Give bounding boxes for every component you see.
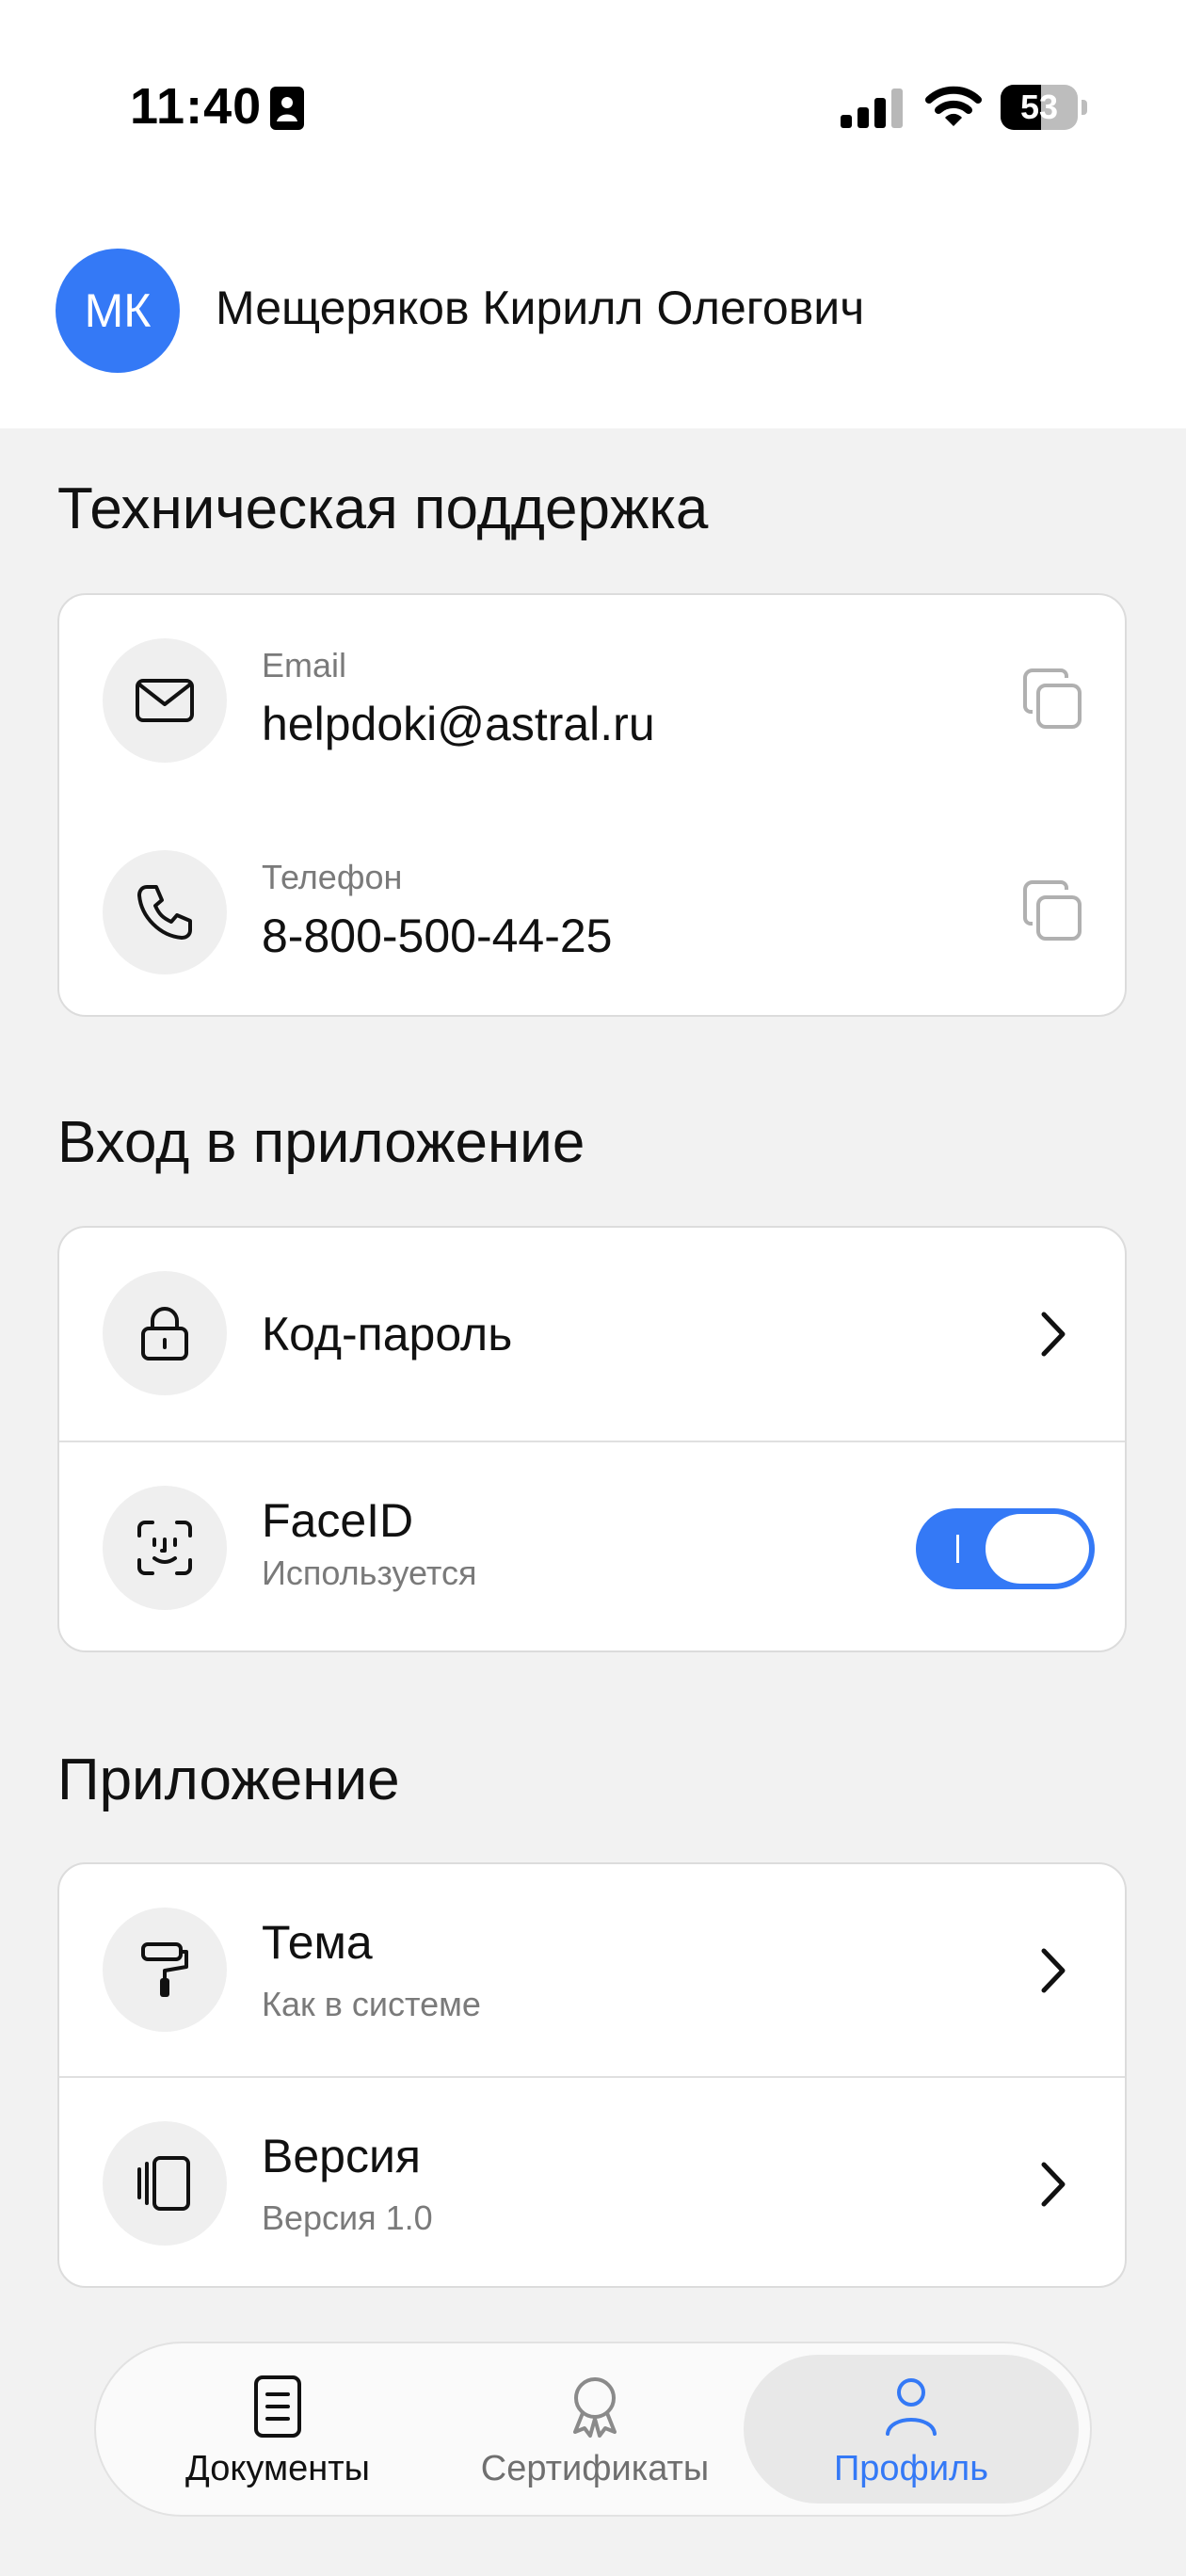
section-title-app: Приложение [57,1747,400,1812]
faceid-row: FaceID Используется [59,1442,1125,1654]
tab-certificates[interactable]: Сертификаты [440,2343,750,2515]
email-value: helpdoki@astral.ru [262,698,655,750]
passcode-icon-circle [103,1271,227,1395]
app-card: Тема Как в системе Версия Версия 1.0 [57,1862,1127,2288]
cellular-signal-icon [841,89,903,128]
chevron-right-icon [1041,1948,1066,1993]
mail-icon [136,679,194,722]
tab-bar: Документы Сертификаты Профиль [94,2342,1092,2517]
version-value: Версия 1.0 [262,2198,433,2237]
user-icon [886,2378,937,2436]
wifi-icon [925,86,982,126]
document-icon [254,2375,301,2438]
battery-indicator: 53 [1001,85,1087,130]
chevron-right-icon [1041,1312,1066,1357]
version-label: Версия [262,2130,421,2182]
email-label: Email [262,646,347,684]
tab-documents-label: Документы [185,2449,370,2488]
phone-label: Телефон [262,858,403,896]
user-name: Мещеряков Кирилл Олегович [216,282,865,334]
theme-row[interactable]: Тема Как в системе [59,1864,1125,2076]
profile-header: МК Мещеряков Кирилл Олегович [0,217,1186,428]
face-id-icon [137,1521,192,1575]
phone-row[interactable]: Телефон 8-800-500-44-25 [59,807,1125,1019]
phone-value: 8-800-500-44-25 [262,910,613,962]
faceid-icon-circle [103,1486,227,1610]
phone-icon [137,885,192,940]
theme-value: Как в системе [262,1985,481,2023]
status-bar: 11:40 53 [0,0,1186,217]
toggle-on-indicator [956,1535,959,1563]
tab-certificates-label: Сертификаты [480,2449,710,2488]
faceid-label: FaceID [262,1494,414,1547]
passcode-label: Код-пароль [262,1308,513,1360]
lock-icon [141,1307,188,1360]
paint-roller-icon [141,1942,188,1997]
contact-card-icon [270,87,304,130]
theme-label: Тема [262,1916,373,1969]
battery-percent: 53 [1019,88,1059,126]
tab-profile-label: Профиль [833,2449,989,2488]
copy-phone-icon[interactable] [1019,878,1087,946]
section-title-login: Вход в приложение [57,1110,585,1175]
toggle-knob [986,1514,1089,1584]
support-card: Email helpdoki@astral.ru Телефон 8-800-5… [57,593,1127,1017]
theme-icon-circle [103,1908,227,2032]
version-row[interactable]: Версия Версия 1.0 [59,2078,1125,2290]
phone-icon-circle [103,850,227,974]
certificate-badge-icon [573,2377,617,2438]
email-row[interactable]: Email helpdoki@astral.ru [59,595,1125,807]
passcode-row[interactable]: Код-пароль [59,1228,1125,1441]
status-time: 11:40 [130,78,263,135]
section-title-support: Техническая поддержка [57,476,709,541]
faceid-toggle[interactable] [916,1508,1095,1589]
tab-profile[interactable]: Профиль [756,2343,1066,2515]
tab-documents[interactable]: Документы [122,2343,433,2515]
copy-email-icon[interactable] [1019,667,1087,734]
version-icon-circle [103,2121,227,2246]
login-card: Код-пароль FaceID Используется [57,1226,1127,1652]
email-icon-circle [103,638,227,763]
faceid-status: Используется [262,1554,477,1592]
avatar: МК [56,249,180,373]
chevron-right-icon [1041,2162,1066,2207]
version-stack-icon [137,2156,190,2211]
